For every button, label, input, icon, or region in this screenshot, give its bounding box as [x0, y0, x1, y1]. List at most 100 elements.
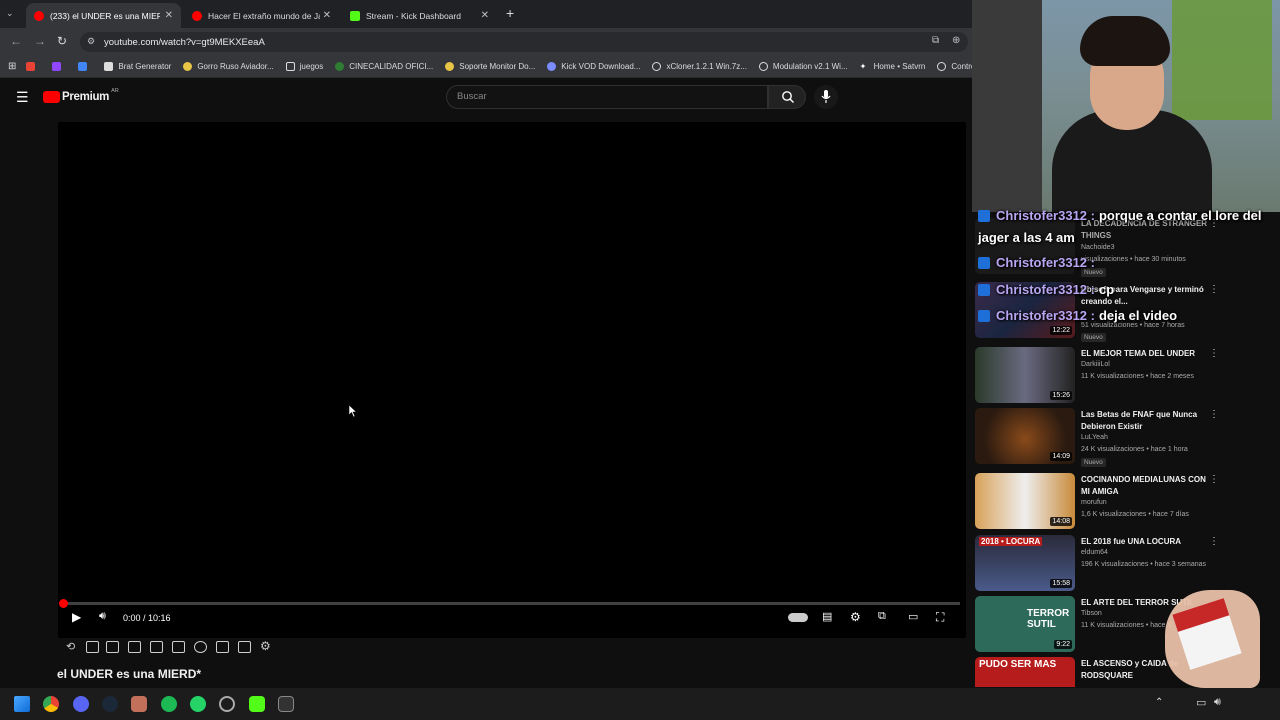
app-icon[interactable]	[131, 696, 147, 712]
gmail-icon[interactable]	[26, 62, 40, 71]
autoplay-toggle[interactable]	[788, 613, 808, 622]
bookmark-modulation[interactable]: Modulation v2.1 Wi...	[758, 62, 848, 71]
recommended-video[interactable]: 14:09 Las Betas de FNAF que Nunca Debier…	[975, 408, 1275, 468]
tab-youtube-2[interactable]: Hacer El extraño mundo de Jac ✕	[184, 3, 339, 28]
recommended-video[interactable]: 14:08 COCINANDO MEDIALUNAS CON MI AMIGA …	[975, 473, 1275, 533]
tray-chevron-icon[interactable]: ⌃	[1155, 697, 1163, 708]
close-tab-icon[interactable]: ✕	[323, 10, 331, 21]
subtitles-icon[interactable]: ▤	[822, 610, 832, 623]
menu-icon[interactable]: ☰	[16, 89, 29, 106]
more-options-icon[interactable]: ⋮	[1209, 348, 1219, 359]
theater-mode-icon[interactable]: ▭	[908, 610, 918, 623]
recommended-video[interactable]: 2018 • LOCURA 15:58 EL 2018 fue UNA LOCU…	[975, 535, 1275, 595]
close-tab-icon[interactable]: ✕	[481, 10, 489, 21]
screenshot-icon[interactable]	[238, 641, 251, 653]
steam-icon[interactable]	[102, 696, 118, 712]
video-card-title[interactable]: EL MEJOR TEMA DEL UNDER	[1081, 348, 1209, 360]
whatsapp-icon[interactable]	[190, 696, 206, 712]
network-icon[interactable]: ▭	[1196, 696, 1206, 709]
chat-message: Christofer3312 :	[978, 255, 1099, 270]
more-options-icon[interactable]: ⋮	[1209, 474, 1219, 485]
mouse-cursor-icon	[349, 405, 357, 417]
back-icon[interactable]: ←	[10, 34, 22, 48]
settings-icon[interactable]: ⚙	[850, 610, 861, 624]
voice-search-button[interactable]	[814, 85, 838, 109]
video-thumbnail[interactable]: 2018 • LOCURA 15:58	[975, 535, 1075, 591]
reload-icon[interactable]: ↻	[57, 34, 67, 48]
video-thumbnail[interactable]: 14:08	[975, 473, 1075, 529]
fullscreen-icon[interactable]: ⛶	[936, 610, 944, 625]
tab-kick[interactable]: Stream - Kick Dashboard ✕	[342, 3, 497, 28]
popup-extension-icon[interactable]	[216, 641, 229, 653]
bookmark-xcloner[interactable]: xCloner.1.2.1 Win.7z...	[652, 62, 747, 71]
forward-icon[interactable]: →	[34, 34, 46, 48]
chrome-icon[interactable]	[43, 696, 59, 712]
install-app-icon[interactable]: ⧉	[932, 35, 939, 46]
bookmark-cinecalidad[interactable]: CINECALIDAD OFICI...	[335, 62, 433, 71]
channel-name[interactable]: LuLYeah	[1081, 434, 1108, 441]
recommended-video[interactable]: 15:26 EL MEJOR TEMA DEL UNDER DarkiiiLol…	[975, 347, 1275, 407]
bookmark-satvrn[interactable]: ✦ Home • Satvrn	[860, 62, 926, 71]
video-card-title[interactable]: Las Betas de FNAF que Nunca Debieron Exi…	[1081, 409, 1209, 433]
video-thumbnail[interactable]: TERROR SUTIL 9:22	[975, 596, 1075, 652]
tab-youtube[interactable]: (233) el UNDER es una MIERD* ✕	[26, 3, 181, 28]
scrubber-handle[interactable]	[59, 599, 68, 608]
video-thumbnail[interactable]: 15:26	[975, 347, 1075, 403]
site-info-icon[interactable]: ⚙	[87, 36, 95, 47]
cards-extension-icon[interactable]	[128, 641, 141, 653]
video-thumbnail[interactable]: 14:09	[975, 408, 1075, 464]
chat-message: Christofer3312 : porque a contar el lore …	[978, 208, 1262, 223]
miniplayer-icon[interactable]: ⧉	[878, 610, 886, 623]
progress-bar[interactable]	[59, 599, 960, 608]
speed-extension-icon[interactable]	[194, 641, 207, 653]
epic-games-icon[interactable]	[278, 696, 294, 712]
audio-extension-icon[interactable]	[86, 641, 99, 653]
volume-icon[interactable]: 🔊︎	[99, 610, 106, 623]
zoom-icon[interactable]: ⊕	[952, 35, 960, 46]
kick-favicon-icon	[350, 10, 360, 21]
bookmark-kick-vod[interactable]: Kick VOD Download...	[547, 62, 640, 71]
channel-name[interactable]: morufun	[1081, 499, 1107, 506]
more-options-icon[interactable]: ⋮	[1209, 409, 1219, 420]
chat-username: Christofer3312 :	[996, 208, 1095, 223]
video-card-title[interactable]: COCINANDO MEDIALUNAS CON MI AMIGA	[1081, 474, 1209, 498]
extension-settings-icon[interactable]: ⚙	[260, 639, 271, 653]
channel-name[interactable]: Tibson	[1081, 610, 1102, 617]
discord-icon[interactable]	[73, 696, 89, 712]
kick-icon[interactable]	[249, 696, 265, 712]
more-options-icon[interactable]: ⋮	[1209, 536, 1219, 547]
bookmark-juegos[interactable]: juegos	[285, 62, 323, 71]
bookmark-brat[interactable]: Brat Generator	[104, 62, 171, 71]
channel-name[interactable]: eldum64	[1081, 549, 1108, 556]
bookmark-control[interactable]: Control	[937, 62, 972, 71]
obs-icon[interactable]	[219, 696, 235, 712]
video-player[interactable]: ▶ 🔊︎ 0:00 / 10:16 ▤ ⚙ ⧉ ▭ ⛶	[58, 122, 966, 638]
frame-extension-icon[interactable]	[172, 641, 185, 653]
bookmark-gorro[interactable]: Gorro Ruso Aviador...	[183, 62, 274, 71]
close-tab-icon[interactable]: ✕	[165, 10, 173, 21]
drive-icon[interactable]	[78, 62, 92, 71]
play-icon[interactable]: ▶	[72, 610, 81, 624]
more-options-icon[interactable]: ⋮	[1209, 284, 1219, 295]
new-tab-icon[interactable]: +	[506, 5, 514, 21]
video-thumbnail[interactable]: PUDO SER MAS	[975, 657, 1075, 687]
loop-icon[interactable]: ⟲	[66, 640, 75, 653]
aspect-extension-icon[interactable]	[150, 641, 163, 653]
twitch-icon[interactable]	[52, 62, 66, 71]
youtube-logo[interactable]: Premium AR	[43, 88, 119, 103]
bookmark-soporte[interactable]: Soporte Monitor Do...	[445, 62, 535, 71]
search-input[interactable]: Buscar	[446, 85, 768, 109]
windows-start-icon[interactable]	[14, 696, 30, 712]
tab-search-icon[interactable]: ⌄	[6, 8, 14, 19]
spotify-icon[interactable]	[161, 696, 177, 712]
bookmark-label: Gorro Ruso Aviador...	[197, 62, 274, 71]
video-card-title[interactable]: EL 2018 fue UNA LOCURA	[1081, 536, 1209, 548]
channel-name[interactable]: Nachoide3	[1081, 244, 1114, 251]
tab-bar: ⌄ (233) el UNDER es una MIERD* ✕ Hacer E…	[0, 0, 972, 28]
playlist-extension-icon[interactable]	[106, 641, 119, 653]
volume-tray-icon[interactable]: 🔊︎	[1214, 696, 1221, 709]
apps-icon[interactable]: ⊞	[8, 61, 16, 72]
channel-name[interactable]: DarkiiiLol	[1081, 361, 1110, 368]
address-bar[interactable]: ⚙ youtube.com/watch?v=gt9MEKXEeaA ⧉ ⊕	[80, 32, 968, 52]
search-button[interactable]	[768, 85, 806, 109]
